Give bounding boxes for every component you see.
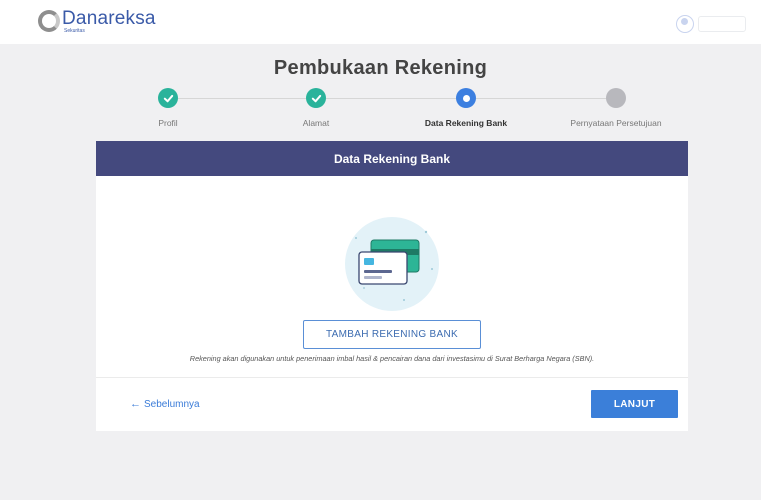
step-connector	[476, 98, 616, 99]
step-4-pending-icon	[606, 88, 626, 108]
step-connector	[178, 98, 316, 99]
user-menu[interactable]	[676, 15, 746, 33]
danareksa-logo[interactable]: Danareksa Sekuritas	[38, 9, 156, 34]
step-connector	[326, 98, 466, 99]
top-bar: Danareksa Sekuritas	[0, 0, 761, 44]
step-label-data-rekening-bank: Data Rekening Bank	[424, 118, 508, 128]
add-bank-account-button[interactable]: TAMBAH REKENING BANK	[303, 320, 481, 349]
next-button[interactable]: LANJUT	[591, 390, 678, 418]
step-3-current-icon	[456, 88, 476, 108]
bank-cards-icon	[342, 214, 442, 314]
back-label: Sebelumnya	[144, 398, 200, 410]
back-button[interactable]: ← Sebelumnya	[130, 398, 200, 410]
card-divider	[96, 377, 688, 378]
user-name-box[interactable]	[698, 16, 746, 32]
bank-account-note: Rekening akan digunakan untuk penerimaan…	[189, 354, 595, 363]
step-1-check-icon	[158, 88, 178, 108]
step-label-profil: Profil	[158, 118, 178, 128]
logo-mark-icon	[38, 10, 60, 32]
user-icon[interactable]	[676, 15, 694, 33]
page-title: Pembukaan Rekening	[273, 57, 488, 79]
step-2-check-icon	[306, 88, 326, 108]
card-header: Data Rekening Bank	[96, 141, 688, 176]
stepper: Profil Alamat Data Rekening Bank Pernyat…	[0, 88, 761, 133]
bank-account-card: Data Rekening Bank TAMBAH REKENING BANK …	[96, 141, 688, 431]
brand-name: Danareksa	[62, 8, 156, 29]
logo-text: Danareksa Sekuritas	[62, 9, 156, 34]
arrow-left-icon: ←	[130, 398, 141, 410]
brand-subtitle: Sekuritas	[64, 28, 85, 34]
step-label-alamat: Alamat	[302, 118, 330, 128]
step-label-pernyataan-persetujuan: Pernyataan Persetujuan	[570, 118, 662, 128]
